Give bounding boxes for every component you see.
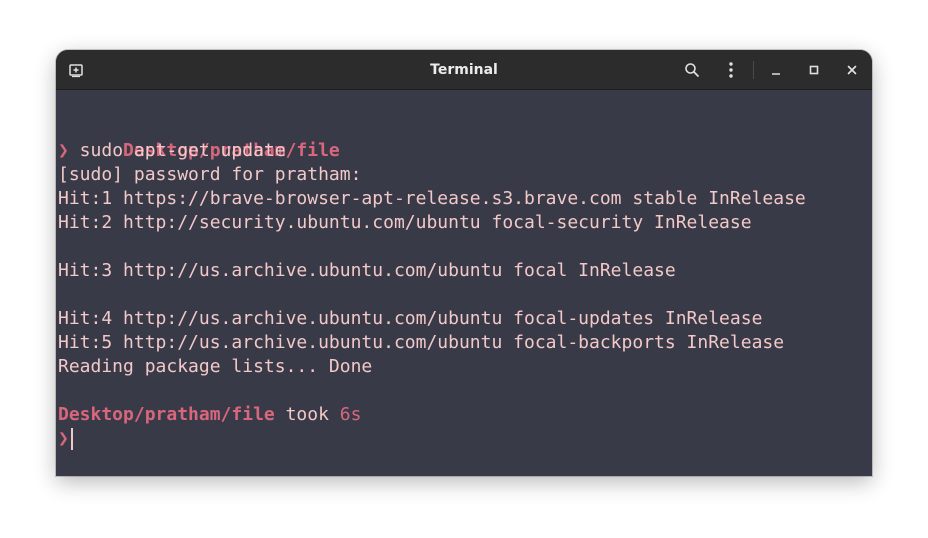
text-cursor: [70, 428, 73, 450]
command-text: sudo apt-get update: [68, 140, 286, 161]
output-line: [sudo] password for pratham:: [58, 164, 362, 185]
command-line: ❯ sudo apt-get update: [58, 139, 286, 163]
output-line: Reading package lists... Done: [58, 356, 373, 377]
maximize-icon[interactable]: [802, 50, 826, 90]
prompt-path-line: Desktop/pratham/file took 6s: [58, 403, 361, 427]
window-title: Terminal: [430, 62, 498, 78]
output-line: Hit:3 http://us.archive.ubuntu.com/ubunt…: [58, 260, 676, 281]
output-line: Hit:5 http://us.archive.ubuntu.com/ubunt…: [58, 332, 785, 353]
prompt-path: Desktop/pratham/file: [58, 404, 275, 425]
close-icon[interactable]: [840, 50, 864, 90]
terminal-window: Terminal Desktop/pratham/file ❯ sudo apt…: [56, 50, 872, 476]
prompt-path-line: Desktop/pratham/file: [58, 115, 340, 161]
prompt-symbol: ❯: [58, 140, 69, 161]
output-line: Hit:4 http://us.archive.ubuntu.com/ubunt…: [58, 308, 763, 329]
kebab-menu-icon[interactable]: [719, 50, 743, 90]
took-label: took: [274, 404, 340, 425]
output-line: Hit:1 https://brave-browser-apt-release.…: [58, 188, 806, 209]
minimize-icon[interactable]: [764, 50, 788, 90]
titlebar-separator: [753, 61, 754, 79]
prompt-symbol: ❯: [58, 428, 69, 449]
search-icon[interactable]: [680, 50, 704, 90]
titlebar: Terminal: [56, 50, 872, 90]
duration-value: 6s: [339, 404, 362, 425]
output-line: Hit:2 http://security.ubuntu.com/ubuntu …: [58, 212, 752, 233]
active-prompt-line: ❯: [58, 427, 73, 451]
terminal-output[interactable]: Desktop/pratham/file ❯ sudo apt-get upda…: [56, 90, 872, 476]
